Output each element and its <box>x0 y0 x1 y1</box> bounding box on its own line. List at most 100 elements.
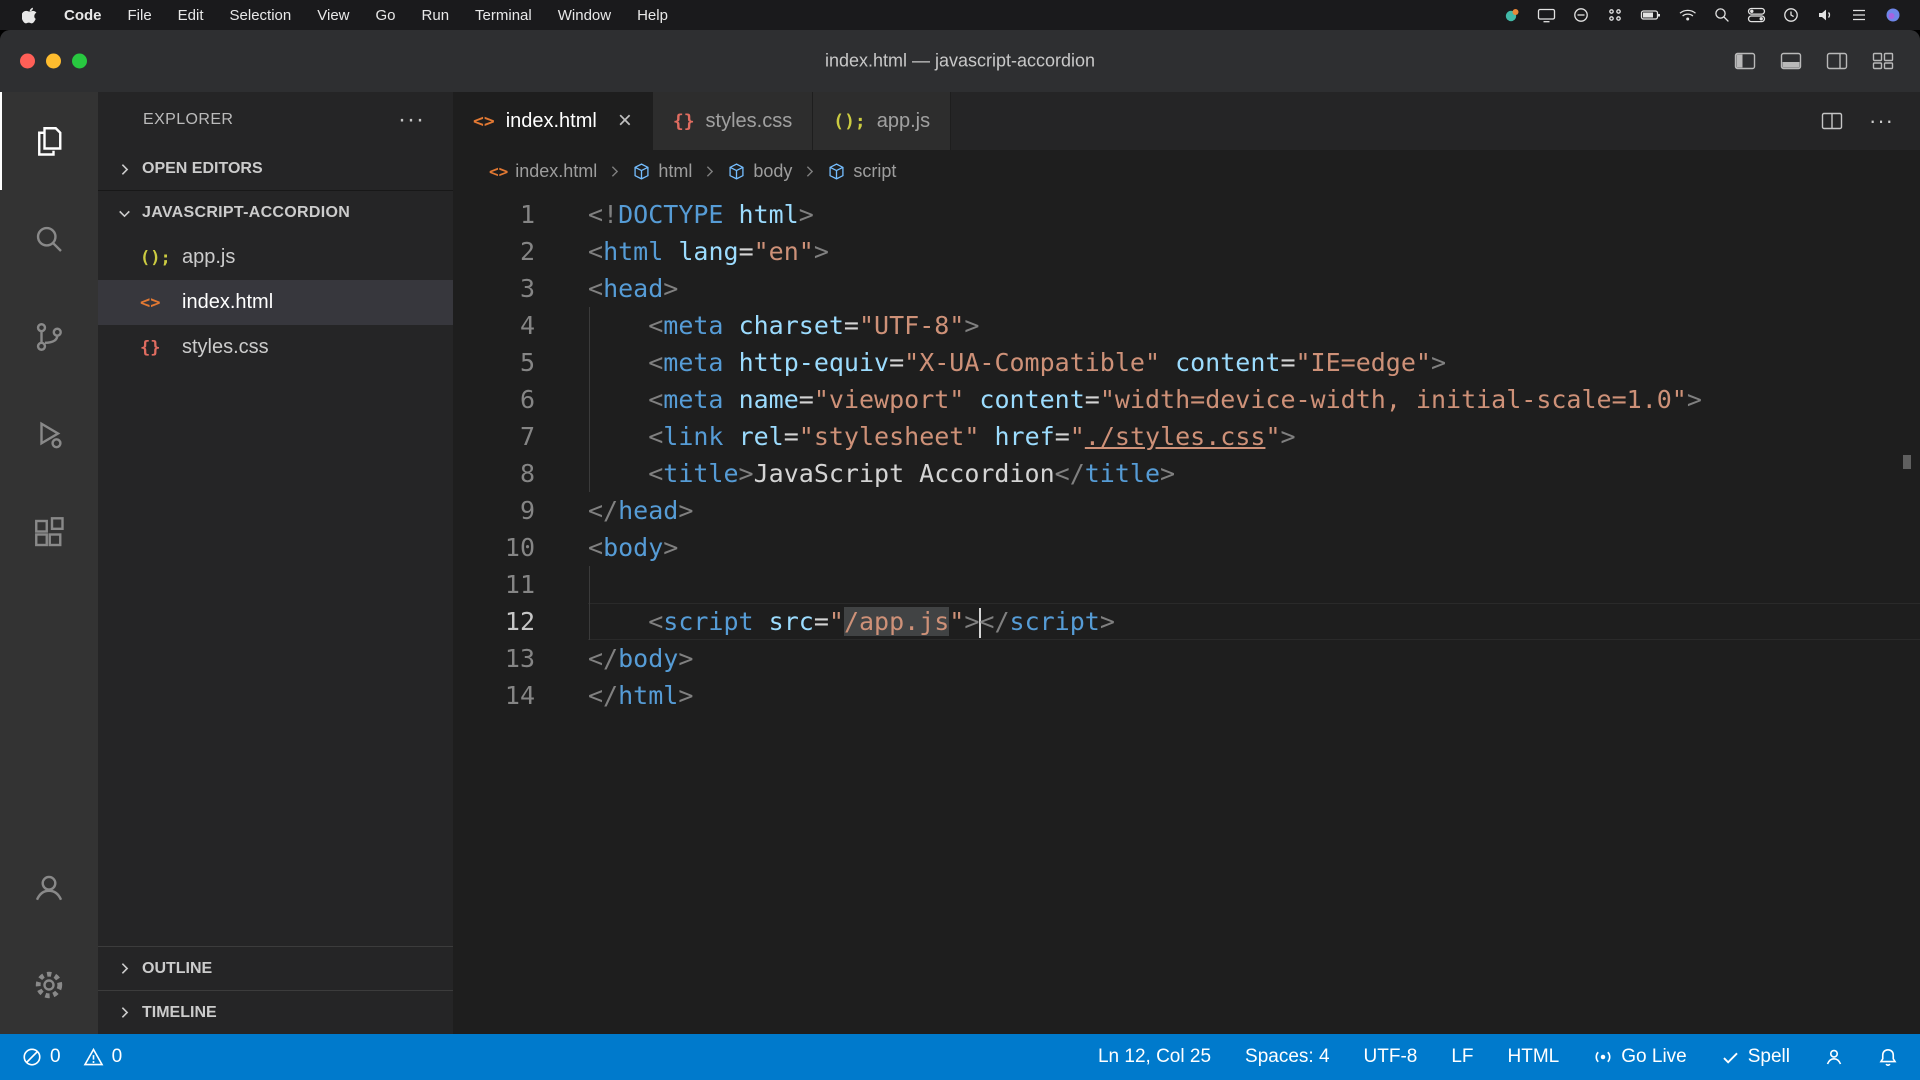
stage-manager-icon[interactable] <box>1850 6 1868 24</box>
close-window-button[interactable] <box>20 54 35 69</box>
run-debug-icon[interactable] <box>0 386 98 484</box>
feedback-icon[interactable] <box>1824 1047 1844 1067</box>
breadcrumb-item-script[interactable]: script <box>827 161 896 182</box>
notifications-bell-icon[interactable] <box>1878 1047 1898 1067</box>
account-icon[interactable] <box>0 838 98 936</box>
line-number[interactable]: 13 <box>453 640 535 677</box>
search-icon[interactable] <box>0 190 98 288</box>
app-status-icon[interactable] <box>1503 6 1521 24</box>
do-not-disturb-icon[interactable] <box>1572 6 1590 24</box>
screen-mirroring-icon[interactable] <box>1537 6 1556 24</box>
outline-section[interactable]: OUTLINE <box>98 946 453 990</box>
timeline-label: TIMELINE <box>142 1004 217 1022</box>
menu-item-selection[interactable]: Selection <box>230 7 292 24</box>
clock-icon[interactable] <box>1782 6 1800 24</box>
explorer-more-actions-icon[interactable]: ··· <box>398 115 425 125</box>
breadcrumb-item-html[interactable]: html <box>632 161 692 182</box>
line-number[interactable]: 3 <box>453 270 535 307</box>
tab-styles.css[interactable]: {}styles.css <box>653 92 813 150</box>
line-number[interactable]: 5 <box>453 344 535 381</box>
settings-gear-icon[interactable] <box>0 936 98 1034</box>
warnings-icon <box>83 1047 104 1067</box>
file-item-index.html[interactable]: <>index.html <box>98 280 453 325</box>
explorer-icon[interactable] <box>0 92 98 190</box>
split-editor-icon[interactable] <box>1821 112 1843 130</box>
breadcrumb-item-index.html[interactable]: <>index.html <box>489 161 597 182</box>
go-live-button[interactable]: Go Live <box>1593 1046 1686 1068</box>
launcher-icon[interactable] <box>1606 6 1624 24</box>
code-line: <link rel="stylesheet" href="./styles.cs… <box>588 418 1920 455</box>
code-editor[interactable]: 1234567891011121314 <!DOCTYPE html><html… <box>453 192 1920 1034</box>
source-control-icon[interactable] <box>0 288 98 386</box>
code-line: <html lang="en"> <box>588 233 1920 270</box>
battery-icon[interactable] <box>1640 6 1662 24</box>
extensions-icon[interactable] <box>0 484 98 582</box>
toggle-secondary-sidebar-icon[interactable] <box>1826 52 1848 70</box>
file-name-label: index.html <box>182 291 273 314</box>
line-number[interactable]: 6 <box>453 381 535 418</box>
breadcrumb-label: body <box>753 161 792 182</box>
line-number[interactable]: 9 <box>453 492 535 529</box>
breadcrumb-item-body[interactable]: body <box>727 161 792 182</box>
toggle-panel-icon[interactable] <box>1780 52 1802 70</box>
symbol-cube-icon <box>727 162 746 181</box>
code-line <box>588 566 1920 603</box>
menu-item-run[interactable]: Run <box>422 7 450 24</box>
language-mode[interactable]: HTML <box>1508 1046 1560 1068</box>
file-encoding[interactable]: UTF-8 <box>1364 1046 1418 1068</box>
menu-item-view[interactable]: View <box>317 7 349 24</box>
line-number[interactable]: 12 <box>453 603 535 640</box>
code-content[interactable]: <!DOCTYPE html><html lang="en"><head> <m… <box>588 192 1920 1034</box>
folder-section[interactable]: JAVASCRIPT-ACCORDION <box>98 190 453 235</box>
chevron-right-icon <box>116 161 133 178</box>
file-item-app.js[interactable]: ();app.js <box>98 235 453 280</box>
line-number[interactable]: 2 <box>453 233 535 270</box>
toggle-primary-sidebar-icon[interactable] <box>1734 52 1756 70</box>
menu-item-go[interactable]: Go <box>376 7 396 24</box>
zoom-window-button[interactable] <box>72 54 87 69</box>
menu-item-file[interactable]: File <box>128 7 152 24</box>
siri-icon[interactable] <box>1884 6 1902 24</box>
indent-guide <box>589 566 590 603</box>
menu-item-code[interactable]: Code <box>64 7 102 24</box>
spotlight-search-icon[interactable] <box>1713 6 1731 24</box>
file-item-styles.css[interactable]: {}styles.css <box>98 325 453 370</box>
customize-layout-icon[interactable] <box>1872 52 1894 70</box>
chevron-right-icon <box>606 163 623 180</box>
apple-menu-icon[interactable] <box>22 6 38 24</box>
line-number[interactable]: 7 <box>453 418 535 455</box>
volume-icon[interactable] <box>1816 6 1834 24</box>
menu-item-help[interactable]: Help <box>637 7 668 24</box>
line-number[interactable]: 1 <box>453 196 535 233</box>
explorer-sidebar: EXPLORER ··· OPEN EDITORS JAVASCRIPT-ACC… <box>98 92 453 1034</box>
eol-setting[interactable]: LF <box>1451 1046 1473 1068</box>
outline-label: OUTLINE <box>142 960 212 978</box>
editor-more-actions-icon[interactable]: ··· <box>1869 108 1894 134</box>
line-number[interactable]: 4 <box>453 307 535 344</box>
file-name-label: styles.css <box>182 336 269 359</box>
menu-item-terminal[interactable]: Terminal <box>475 7 532 24</box>
open-editors-section[interactable]: OPEN EDITORS <box>98 148 453 190</box>
tab-index.html[interactable]: <>index.html× <box>453 92 653 150</box>
code-line: <meta charset="UTF-8"> <box>588 307 1920 344</box>
chevron-right-icon <box>701 163 718 180</box>
line-number[interactable]: 8 <box>453 455 535 492</box>
line-number[interactable]: 11 <box>453 566 535 603</box>
close-tab-icon[interactable]: × <box>618 109 632 133</box>
indentation-setting[interactable]: Spaces: 4 <box>1245 1046 1330 1068</box>
menu-item-window[interactable]: Window <box>558 7 611 24</box>
line-number[interactable]: 10 <box>453 529 535 566</box>
timeline-section[interactable]: TIMELINE <box>98 990 453 1034</box>
cursor-position[interactable]: Ln 12, Col 25 <box>1098 1046 1211 1068</box>
spell-checker-status[interactable]: Spell <box>1721 1046 1790 1068</box>
file-type-icon: {} <box>673 111 695 132</box>
line-number[interactable]: 14 <box>453 677 535 714</box>
menu-item-edit[interactable]: Edit <box>178 7 204 24</box>
minimize-window-button[interactable] <box>46 54 61 69</box>
control-center-icon[interactable] <box>1747 6 1766 24</box>
problems-indicator[interactable]: 0 0 <box>22 1046 122 1068</box>
code-line: <meta http-equiv="X-UA-Compatible" conte… <box>588 344 1920 381</box>
wifi-icon[interactable] <box>1678 6 1697 24</box>
window-titlebar[interactable]: index.html — javascript-accordion <box>0 30 1920 92</box>
tab-app.js[interactable]: ();app.js <box>813 92 951 150</box>
